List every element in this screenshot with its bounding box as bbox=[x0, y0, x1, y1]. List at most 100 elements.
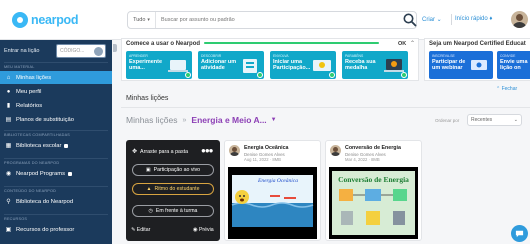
sidebar-item-sub-plans[interactable]: ▤ Planos de substituição bbox=[0, 113, 112, 126]
chevron-down-icon: ⌄ bbox=[436, 17, 442, 23]
section-programs: PROGRAMAS DO NEARPOD bbox=[4, 161, 60, 165]
check-icon bbox=[401, 72, 407, 78]
sidebar-item-my-profile[interactable]: ● Meu perfil bbox=[0, 85, 112, 98]
card-title: Envie uma lição on bbox=[500, 59, 528, 71]
sidebar: Entrar na lição CÓDIGO... MEU MATERIAL ⌂… bbox=[0, 40, 112, 244]
student-icon: ▲ bbox=[146, 186, 152, 192]
lesson-card-ocean-energy[interactable]: Energia Oceânica Denise Gomes Alves Aug … bbox=[224, 140, 321, 241]
onboarding-card-badge[interactable]: PARABÉNS Receba sua medalha bbox=[342, 51, 408, 79]
section-my-material: MEU MATERIAL bbox=[4, 65, 35, 69]
lesson-thumbnail: Energia Oceânica bbox=[228, 167, 317, 239]
certified-card-send[interactable]: CONVIDE Envie uma lição on bbox=[497, 51, 530, 79]
thumbnail-caption: Conversão de Energia bbox=[338, 175, 409, 184]
sidebar-item-nearpod-programs[interactable]: ◉ Nearpod Programs bbox=[0, 167, 112, 180]
edit-button[interactable]: ✎ Editar bbox=[131, 227, 150, 233]
user-avatar[interactable] bbox=[511, 11, 528, 28]
resources-icon: ▣ bbox=[5, 227, 12, 233]
page-heading: Minhas lições bbox=[126, 95, 169, 102]
search-icon[interactable] bbox=[402, 12, 418, 28]
sidebar-item-teacher-resources[interactable]: ▣ Recursos do professor bbox=[0, 223, 112, 236]
lesson-card-energy-conversion[interactable]: Conversão de Energia Denise Gomes Alves … bbox=[325, 140, 422, 241]
front-of-class-button[interactable]: ◷ Em frente à turma bbox=[132, 205, 214, 217]
user-icon: ● bbox=[6, 88, 11, 95]
search-input[interactable] bbox=[161, 12, 411, 28]
sidebar-item-label: Meu perfil bbox=[16, 88, 42, 95]
more-options-icon[interactable]: ●●● bbox=[201, 146, 213, 155]
breadcrumb-root[interactable]: Minhas lições bbox=[126, 115, 178, 125]
webinar-icon bbox=[471, 60, 487, 70]
card-tag: ENVOLVA bbox=[273, 54, 289, 58]
chevron-down-icon[interactable]: ▼ bbox=[271, 117, 277, 123]
sort-select[interactable]: Recentes ⌄ bbox=[467, 114, 522, 126]
logo-icon bbox=[12, 12, 28, 28]
card-title: Participar de um webinar bbox=[432, 59, 466, 71]
divider bbox=[4, 158, 108, 159]
search-filter-select[interactable]: Tudo ▾ bbox=[128, 12, 156, 28]
chat-button[interactable] bbox=[511, 225, 528, 242]
preview-button[interactable]: ◉ Prévia bbox=[193, 227, 214, 233]
logo-text: nearpod bbox=[31, 13, 79, 27]
banner-ok-button[interactable]: OK bbox=[398, 41, 406, 47]
sidebar-item-reports[interactable]: ▮ Relatórios bbox=[0, 99, 112, 112]
divider bbox=[121, 107, 530, 108]
hide-banner-button[interactable]: ⌃ Fechar bbox=[496, 86, 517, 92]
student-paced-button[interactable]: ▲ Ritmo do estudante bbox=[132, 183, 214, 195]
create-label: Criar bbox=[422, 17, 435, 23]
card-title: Receba sua medalha bbox=[345, 59, 376, 71]
sidebar-item-school-library[interactable]: ▦ Biblioteca escolar bbox=[0, 139, 112, 152]
onboarding-card-engage[interactable]: ENVOLVA Iniciar uma Participação... bbox=[270, 51, 336, 79]
chevron-up-icon[interactable]: ⌃ bbox=[410, 40, 415, 47]
chevron-down-icon: ▾ bbox=[147, 17, 150, 23]
banner-title: Seja um Nearpod Certified Educat bbox=[429, 41, 526, 47]
divider bbox=[451, 14, 452, 25]
card-tag: APRENDER bbox=[129, 54, 148, 58]
chart-icon: ▮ bbox=[6, 103, 11, 109]
sidebar-item-label: Minhas lições bbox=[16, 74, 52, 81]
certified-educator-banner: Seja um Nearpod Certified Educat INSCREV… bbox=[424, 38, 530, 81]
quick-start-button[interactable]: Início rápido ♦ bbox=[455, 16, 492, 22]
go-button[interactable] bbox=[94, 47, 103, 56]
divider bbox=[4, 62, 108, 63]
home-icon: ⌂ bbox=[6, 74, 11, 81]
ocean-energy-thumbnail: Energia Oceânica bbox=[228, 167, 317, 239]
student-paced-label: Ritmo do estudante bbox=[154, 186, 200, 192]
chat-icon bbox=[515, 230, 524, 238]
divider bbox=[4, 186, 108, 187]
sidebar-item-label: Nearpod Programs bbox=[16, 170, 65, 177]
book-icon: ▤ bbox=[5, 117, 12, 123]
sidebar-item-label: Planos de substituição bbox=[16, 116, 75, 123]
lesson-date: Aug 11, 2022 · 8MB bbox=[244, 157, 281, 162]
move-icon: ✥ bbox=[132, 149, 138, 155]
sidebar-collapse-handle[interactable] bbox=[113, 44, 117, 52]
lesson-code-input[interactable]: CÓDIGO... bbox=[56, 44, 106, 58]
shield-icon bbox=[67, 171, 72, 176]
move-label: Arraste para a pasta bbox=[140, 148, 189, 155]
create-button[interactable]: Criar ⌄ bbox=[422, 16, 442, 23]
sidebar-item-my-lessons[interactable]: ⌂ Minhas lições bbox=[0, 71, 112, 84]
divider bbox=[4, 130, 108, 131]
sidebar-item-label: Recursos do professor bbox=[16, 226, 75, 233]
lesson-title: Energia Oceânica bbox=[244, 145, 289, 151]
check-icon bbox=[329, 72, 335, 78]
lesson-code-placeholder: CÓDIGO... bbox=[60, 48, 85, 54]
join-lesson-row: Entrar na lição CÓDIGO... bbox=[4, 44, 108, 58]
certified-card-webinar[interactable]: INSCREVA-SE Participar de um webinar bbox=[429, 51, 493, 79]
author-avatar bbox=[330, 145, 341, 156]
card-title: Adicionar um atividade bbox=[201, 59, 237, 71]
sidebar-item-label: Relatórios bbox=[16, 102, 43, 109]
sidebar-item-label: Biblioteca escolar bbox=[16, 142, 62, 149]
breadcrumb-current-folder[interactable]: Energia e Meio A... bbox=[191, 115, 266, 125]
onboarding-card-try[interactable]: APRENDER Experimente uma... bbox=[126, 51, 192, 79]
hide-banner-label: Fechar bbox=[501, 86, 518, 92]
library-icon: ▦ bbox=[5, 143, 12, 149]
quick-start-label: Início rápido bbox=[455, 16, 488, 22]
breadcrumb: Minhas lições » Energia e Meio A... ▼ bbox=[126, 115, 277, 125]
move-to-folder-handle[interactable]: ✥ Arraste para a pasta bbox=[132, 148, 189, 156]
live-participation-button[interactable]: ▣ Participação ao vivo bbox=[132, 164, 214, 176]
sidebar-item-nearpod-library[interactable]: ⚲ Biblioteca do Nearpod bbox=[0, 195, 112, 208]
onboarding-card-add[interactable]: DESCOBRIR Adicionar um atividade bbox=[198, 51, 264, 79]
search-icon: ⚲ bbox=[6, 199, 11, 205]
nearpod-logo[interactable]: nearpod bbox=[12, 11, 79, 29]
broadcast-icon: ▣ bbox=[145, 167, 151, 173]
lesson-date: Mar 4, 2022 · 8MB bbox=[345, 157, 380, 162]
